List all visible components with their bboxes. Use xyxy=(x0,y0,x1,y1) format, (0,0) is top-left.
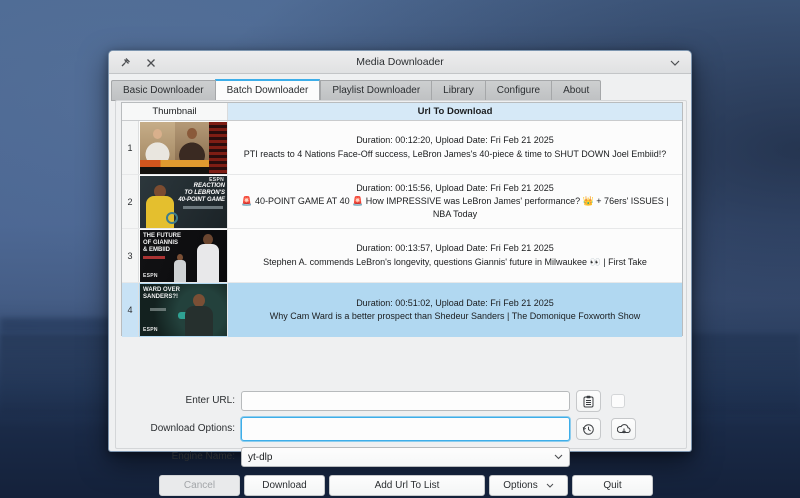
thumbnail-player-center xyxy=(174,254,186,282)
history-clock-icon xyxy=(582,423,595,436)
video-duration: Duration: 00:15:56, Upload Date: Fri Feb… xyxy=(356,182,554,195)
column-header-thumbnail: Thumbnail xyxy=(122,103,228,120)
row-number: 2 xyxy=(122,175,139,228)
video-thumbnail: REACTION TO LEBRON'S 40-POINT GAME ESPN xyxy=(140,176,227,228)
video-duration: Duration: 00:51:02, Upload Date: Fri Feb… xyxy=(356,297,554,310)
thumbnail-host-right xyxy=(175,122,209,160)
espn-watermark: ESPN xyxy=(143,273,158,279)
thumbnail-caption: THE FUTURE OF GIANNIS & EMBIID xyxy=(143,233,181,254)
cloud-download-icon xyxy=(617,424,631,435)
video-thumbnail: WARD OVER SANDERS?! ESPN xyxy=(140,284,227,336)
app-window: Media Downloader Basic Downloader Batch … xyxy=(108,50,692,452)
enter-url-label: Enter URL: xyxy=(116,395,235,406)
thumbnail-player-right xyxy=(197,234,219,282)
video-title: PTI reacts to 4 Nations Face-Off success… xyxy=(244,148,667,161)
download-button[interactable]: Download xyxy=(244,475,325,496)
pin-icon[interactable] xyxy=(118,56,132,70)
tab-batch-downloader[interactable]: Batch Downloader xyxy=(215,79,321,101)
video-title: 🚨 40-POINT GAME AT 40 🚨 How IMPRESSIVE w… xyxy=(234,195,676,221)
row-number: 4 xyxy=(122,283,139,337)
tab-playlist-downloader[interactable]: Playlist Downloader xyxy=(320,80,431,101)
column-header-url: Url To Download xyxy=(228,103,682,120)
table-row-selected[interactable]: 4 WARD OVER SANDERS?! ESPN xyxy=(122,283,682,337)
paste-clipboard-button[interactable] xyxy=(576,390,601,412)
download-defaults-button[interactable] xyxy=(611,418,636,440)
tab-configure[interactable]: Configure xyxy=(485,80,551,101)
table-row[interactable]: 3 THE FUTURE OF GIANNIS & EMBIID ESPN xyxy=(122,229,682,283)
video-title: Stephen A. commends LeBron's longevity, … xyxy=(263,256,647,269)
options-menu-button[interactable]: Options xyxy=(489,475,568,496)
download-options-label: Download Options: xyxy=(116,423,235,434)
thumbnail-host-left xyxy=(140,122,175,160)
thumbnail-logo-ring xyxy=(166,212,178,224)
download-list-table: Thumbnail Url To Download 1 xyxy=(121,102,683,336)
shade-chevron-icon[interactable] xyxy=(668,56,682,70)
video-thumbnail xyxy=(140,122,227,174)
engine-name-label: Engine Name: xyxy=(116,451,235,462)
engine-select[interactable]: yt-dlp xyxy=(241,447,570,467)
engine-select-value: yt-dlp xyxy=(248,452,272,463)
clipboard-icon xyxy=(583,395,594,408)
chevron-down-icon xyxy=(546,483,554,488)
thumbnail-caption: REACTION TO LEBRON'S 40-POINT GAME xyxy=(175,183,225,204)
thumbnail-lower-third xyxy=(140,167,209,174)
thumbnail-ticker xyxy=(140,160,209,167)
row-number: 1 xyxy=(122,121,139,174)
close-icon[interactable] xyxy=(144,56,158,70)
batch-downloader-page: Thumbnail Url To Download 1 xyxy=(115,100,687,449)
cancel-button[interactable]: Cancel xyxy=(159,475,240,496)
table-header: Thumbnail Url To Download xyxy=(122,103,682,121)
table-row[interactable]: 2 REACTION TO LEBRON'S 40-POINT GAME xyxy=(122,175,682,229)
desktop-background: Media Downloader Basic Downloader Batch … xyxy=(0,0,800,498)
titlebar: Media Downloader xyxy=(109,51,691,74)
video-duration: Duration: 00:12:20, Upload Date: Fri Feb… xyxy=(356,134,554,147)
video-title: Why Cam Ward is a better prospect than S… xyxy=(270,310,641,323)
tab-bar: Basic Downloader Batch Downloader Playli… xyxy=(111,79,601,101)
tab-basic-downloader[interactable]: Basic Downloader xyxy=(111,80,215,101)
tab-about[interactable]: About xyxy=(551,80,601,101)
download-options-input[interactable] xyxy=(241,417,570,441)
monitor-clipboard-checkbox[interactable] xyxy=(611,394,625,408)
thumbnail-sidebar xyxy=(209,122,227,174)
tab-library[interactable]: Library xyxy=(431,80,485,101)
video-thumbnail: THE FUTURE OF GIANNIS & EMBIID ESPN xyxy=(140,230,227,282)
table-row[interactable]: 1 Duration: 00:12:20, Upload Date: Fri F… xyxy=(122,121,682,175)
options-history-button[interactable] xyxy=(576,418,601,440)
espn-watermark: ESPN xyxy=(143,327,158,333)
quit-button[interactable]: Quit xyxy=(572,475,653,496)
url-input[interactable] xyxy=(241,391,570,411)
espn-watermark: ESPN xyxy=(209,177,224,183)
thumbnail-caption: WARD OVER SANDERS?! xyxy=(143,287,180,301)
add-url-to-list-button[interactable]: Add Url To List xyxy=(329,475,485,496)
window-title: Media Downloader xyxy=(109,56,691,68)
chevron-down-icon xyxy=(554,454,563,460)
video-duration: Duration: 00:13:57, Upload Date: Fri Feb… xyxy=(356,242,554,255)
row-number: 3 xyxy=(122,229,139,282)
